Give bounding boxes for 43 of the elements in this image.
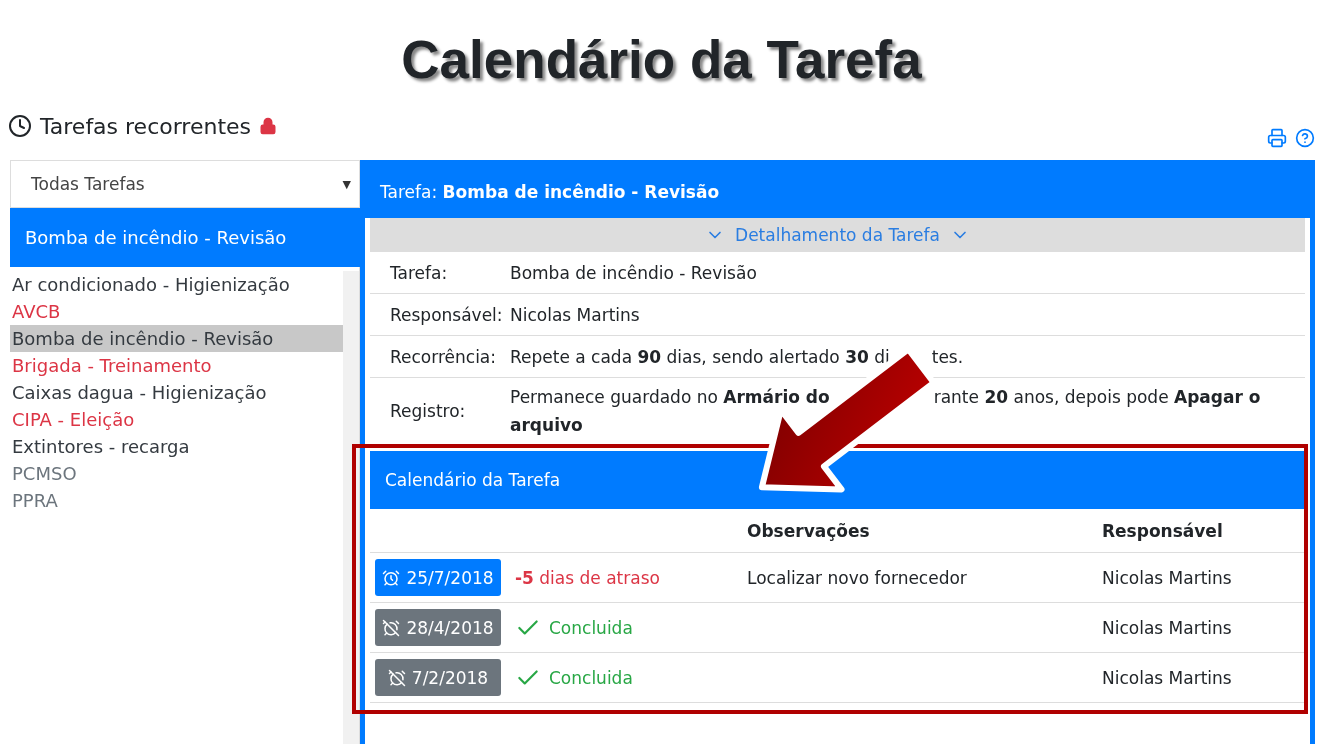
field-value: Nicolas Martins: [510, 303, 640, 327]
field-value: tes.: [931, 345, 964, 369]
field-value: Repete a cada 90 dias, sendo alertado 30 di: [510, 345, 890, 369]
field-value: Bomba de incêndio - Revisão: [510, 261, 757, 285]
date-badge[interactable]: 25/7/2018: [375, 559, 501, 596]
table-cell-text: Nicolas Martins: [1102, 617, 1233, 638]
task-list-item[interactable]: Extintores - recarga: [10, 433, 343, 460]
field-label: Tarefa:: [390, 262, 449, 283]
page-title: Tarefas recorrentes: [40, 113, 252, 139]
column-header: Responsável: [1102, 520, 1224, 541]
task-list-item[interactable]: AVCB: [10, 298, 343, 325]
field-label: Registro:: [390, 401, 467, 421]
table-cell-text: Nicolas Martins: [1102, 667, 1233, 688]
task-status: -5 dias de atraso: [515, 567, 660, 588]
field-value: Permanece guardado no Armário do: [510, 386, 830, 409]
date-badge[interactable]: 7/2/2018: [375, 659, 501, 696]
task-list-item[interactable]: PPRA: [10, 487, 343, 514]
task-status: Concluida: [549, 667, 633, 688]
help-icon[interactable]: [1295, 128, 1315, 148]
task-list-item[interactable]: CIPA - Eleição: [10, 406, 343, 433]
task-list-item[interactable]: Brigada - Treinamento: [10, 352, 343, 379]
table-cell-text: Nicolas Martins: [1102, 567, 1233, 588]
slide-title: Calendário da Tarefa: [401, 29, 922, 91]
print-icon[interactable]: [1267, 128, 1287, 148]
date-badge[interactable]: 28/4/2018: [375, 609, 501, 646]
column-header: Observações: [747, 520, 871, 541]
current-task: Bomba de incêndio - Revisão: [10, 208, 360, 267]
field-value: arquivo: [510, 414, 583, 437]
task-list-item[interactable]: Bomba de incêndio - Revisão: [10, 325, 343, 352]
task-filter-select[interactable]: Todas Tarefas ▼: [10, 160, 360, 208]
field-label: Responsável:: [390, 304, 504, 325]
task-list-item[interactable]: PCMSO: [10, 460, 343, 487]
calendar-header: Calendário da Tarefa: [370, 451, 1305, 509]
task-list-item[interactable]: Caixas dagua - Higienização: [10, 379, 343, 406]
field-label: Recorrência:: [390, 346, 497, 367]
task-list-item[interactable]: Ar condicionado - Higienização: [10, 271, 343, 298]
caret-icon[interactable]: ▼: [342, 177, 351, 191]
task-status: Concluida: [549, 617, 633, 638]
field-value: rante 20 anos, depois pode Apagar o: [933, 386, 1261, 409]
panel-header: Tarefa: Bomba de incêndio - Revisão: [365, 165, 1310, 218]
table-cell: Localizar novo fornecedor: [747, 567, 967, 588]
details-toggle[interactable]: Detalhamento da Tarefa: [370, 218, 1305, 252]
clock-icon: [8, 114, 32, 138]
